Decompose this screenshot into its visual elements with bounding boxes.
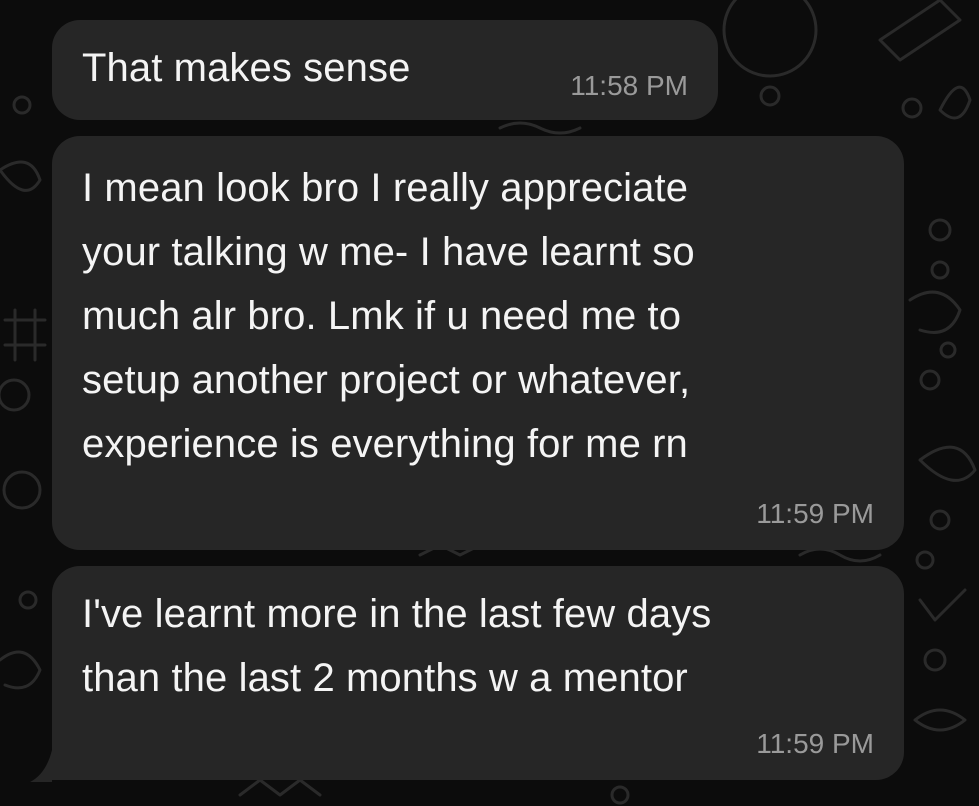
message-bubble[interactable]: I mean look bro I really appreciate your…: [52, 136, 904, 550]
wallpaper-dot-doodle: [610, 785, 630, 805]
wallpaper-check-doodle: [918, 588, 967, 622]
bubble-tail-icon: [30, 750, 52, 782]
wallpaper-dot-doodle: [923, 648, 947, 672]
message-text: That makes sense: [82, 46, 411, 90]
message-timestamp: 11:59 PM: [756, 498, 874, 529]
wallpaper-pencil-doodle: [878, 0, 962, 62]
message-timestamp: 11:58 PM: [570, 70, 688, 101]
wallpaper-circle-doodle: [0, 378, 31, 412]
wallpaper-zigzag-doodle: [238, 778, 322, 797]
wallpaper-leaf-doodle: [918, 445, 977, 482]
wallpaper-swirl-doodle: [0, 650, 42, 690]
wallpaper-swirl-doodle: [908, 290, 962, 334]
message-bubble[interactable]: That makes sense 11:58 PM: [52, 20, 718, 120]
wallpaper-dot-doodle: [939, 341, 957, 359]
message-text: I mean look bro I really appreciate your…: [82, 166, 695, 466]
wallpaper-wave-doodle: [798, 547, 882, 563]
wallpaper-wave-doodle: [913, 708, 967, 732]
wallpaper-dot-doodle: [919, 369, 941, 391]
wallpaper-wave-doodle: [498, 121, 582, 135]
wallpaper-dot-doodle: [915, 550, 935, 570]
message-timestamp: 11:59 PM: [756, 728, 874, 759]
wallpaper-dot-doodle: [759, 85, 781, 107]
wallpaper-circle-doodle: [722, 0, 818, 78]
wallpaper-dot-doodle: [12, 95, 32, 115]
wallpaper-leaf-doodle: [938, 85, 972, 120]
wallpaper-dot-doodle: [928, 218, 952, 242]
message-bubble[interactable]: I've learnt more in the last few days th…: [52, 566, 904, 780]
wallpaper-dot-doodle: [18, 590, 38, 610]
message-text: I've learnt more in the last few days th…: [82, 592, 712, 700]
wallpaper-leaf-doodle: [0, 160, 42, 192]
wallpaper-circle-doodle: [2, 470, 42, 510]
wallpaper-dot-doodle: [930, 260, 950, 280]
wallpaper-dot-doodle: [929, 509, 951, 531]
wallpaper-dot-doodle: [901, 97, 923, 119]
wallpaper-hash-doodle: [3, 308, 47, 362]
